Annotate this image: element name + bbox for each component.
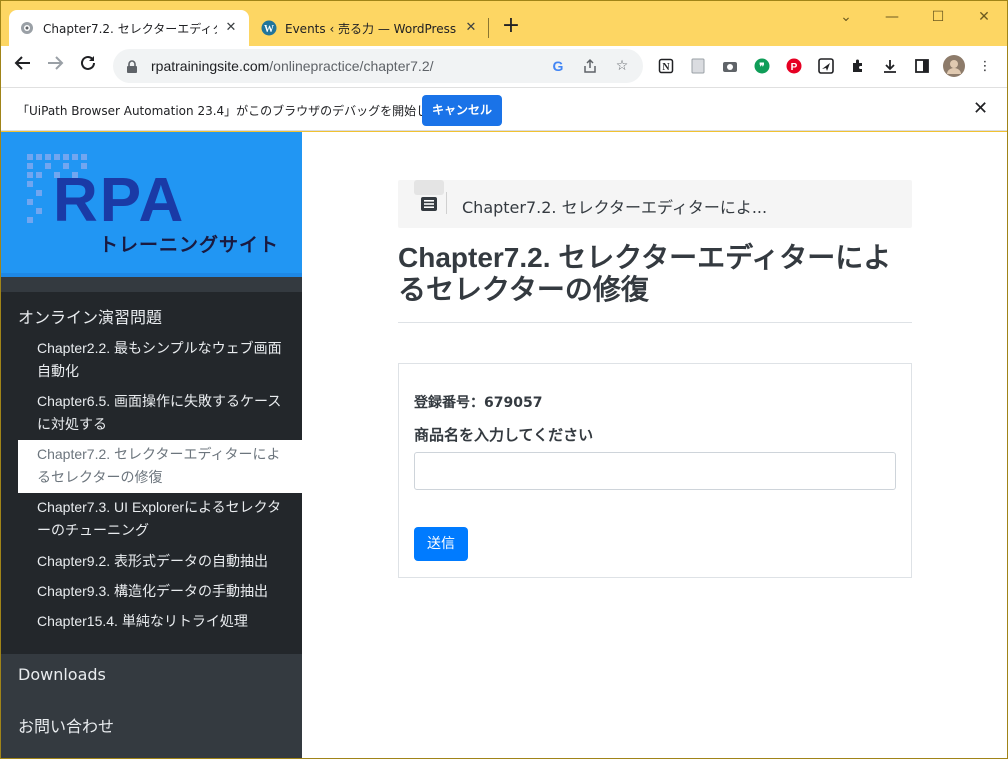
breadcrumb-divider (446, 192, 447, 214)
browser-toolbar: rpatrainingsite.com/onlinepractice/chapt… (1, 46, 1007, 87)
menu-toggle-icon[interactable] (412, 180, 446, 228)
svg-text:W: W (264, 24, 274, 35)
product-name-label: 商品名を入力してください (414, 426, 594, 444)
reload-icon[interactable] (74, 53, 102, 81)
maximize-button[interactable]: ☐ (915, 3, 961, 31)
back-icon[interactable] (9, 53, 37, 81)
share-icon[interactable] (579, 55, 601, 77)
close-infobar-icon[interactable]: ✕ (973, 98, 988, 119)
tab-wordpress-events[interactable]: W Events ‹ 売る力 — WordPress ✕ (251, 10, 489, 46)
tab-title: Events ‹ 売る力 — WordPress (285, 21, 457, 36)
svg-text:❞: ❞ (759, 62, 764, 73)
logo-subtitle: トレーニングサイト (99, 235, 280, 256)
browser-window: Chapter7.2. セレクターエディターによる ✕ W Events ‹ 売… (0, 0, 1008, 759)
minimize-button[interactable]: — (869, 3, 915, 31)
sidebar-item-chapter2-2[interactable]: Chapter2.2. 最もシンプルなウェブ画面自動化 (18, 337, 302, 383)
wordpress-icon: W (261, 20, 277, 36)
sidebar-item-contact[interactable]: お問い合わせ (18, 713, 114, 737)
camera-icon[interactable] (720, 56, 740, 76)
forward-icon[interactable] (41, 53, 69, 81)
tab-close-icon[interactable]: ✕ (223, 20, 239, 36)
tab-search-dropdown-icon[interactable]: ⌄ (823, 3, 869, 31)
sidebar-item-chapter15-4[interactable]: Chapter15.4. 単純なリトライ処理 (18, 610, 302, 633)
submit-button[interactable]: 送信 (414, 527, 468, 561)
sidebar-item-chapter7-3[interactable]: Chapter7.3. UI Explorerによるセレクターのチューニング (18, 496, 302, 542)
google-icon[interactable]: G (547, 55, 569, 77)
send-extension-icon[interactable] (816, 56, 836, 76)
url-text[interactable]: rpatrainingsite.com/onlinepractice/chapt… (151, 58, 547, 74)
tab-separator (488, 18, 489, 38)
sidebar-item-downloads[interactable]: Downloads (18, 665, 106, 684)
profile-avatar[interactable] (943, 55, 965, 77)
breadcrumb: Chapter7.2. セレクターエディターによ... (398, 180, 912, 228)
web-page: RPA トレーニングサイト オンライン演習問題 Chapter2.2. 最もシン… (1, 132, 1007, 758)
practice-form-card: 登録番号：679057 商品名を入力してください 送信 (398, 363, 912, 578)
close-window-button[interactable]: ✕ (961, 3, 1007, 31)
more-menu-icon[interactable]: ⋮ (975, 56, 995, 76)
sidebar-heading-online-practice[interactable]: オンライン演習問題 (18, 304, 162, 328)
svg-text:P: P (791, 62, 798, 73)
lock-icon[interactable] (125, 59, 139, 73)
tab-close-icon[interactable]: ✕ (463, 20, 479, 36)
debugging-infobar: 「UiPath Browser Automation 23.4」がこのブラウザの… (1, 87, 1007, 131)
sidebar-item-chapter9-3[interactable]: Chapter9.3. 構造化データの手動抽出 (18, 580, 302, 603)
download-icon[interactable] (880, 56, 900, 76)
quote-extension-icon[interactable]: ❞ (752, 56, 772, 76)
tab-strip: Chapter7.2. セレクターエディターによる ✕ W Events ‹ 売… (1, 1, 1007, 46)
extensions-puzzle-icon[interactable] (848, 56, 868, 76)
tab-title: Chapter7.2. セレクターエディターによる (43, 21, 217, 36)
pinterest-icon[interactable]: P (784, 56, 804, 76)
page-title-chapter: Chapter7.2. (398, 242, 551, 273)
bookmark-star-icon[interactable]: ☆ (611, 55, 633, 77)
notion-icon[interactable]: N (656, 56, 676, 76)
sidebar-item-chapter9-2[interactable]: Chapter9.2. 表形式データの自動抽出 (18, 550, 302, 573)
side-panel-icon[interactable] (912, 56, 932, 76)
tab-chapter7-2[interactable]: Chapter7.2. セレクターエディターによる ✕ (9, 10, 249, 46)
new-tab-button[interactable]: + (499, 15, 523, 39)
breadcrumb-current: Chapter7.2. セレクターエディターによ... (462, 198, 768, 217)
cancel-debugging-button[interactable]: キャンセル (422, 95, 502, 126)
sidebar-item-chapter7-2[interactable]: Chapter7.2. セレクターエディターによるセレクターの修復 (18, 440, 302, 493)
debugging-message: 「UiPath Browser Automation 23.4」がこのブラウザの… (17, 104, 465, 118)
sidebar: RPA トレーニングサイト オンライン演習問題 Chapter2.2. 最もシン… (1, 132, 302, 758)
address-bar[interactable]: rpatrainingsite.com/onlinepractice/chapt… (113, 49, 643, 83)
site-favicon-icon (19, 20, 35, 36)
document-extension-icon[interactable] (688, 56, 708, 76)
svg-text:N: N (662, 62, 670, 73)
sidebar-item-chapter6-5[interactable]: Chapter6.5. 画面操作に失敗するケースに対処する (18, 390, 302, 436)
registration-number: 登録番号：679057 (414, 395, 543, 411)
site-logo[interactable]: RPA トレーニングサイト (1, 132, 302, 277)
logo-rpa-text: RPA (53, 166, 186, 235)
product-name-input[interactable] (414, 452, 896, 490)
title-divider (398, 322, 912, 323)
page-title: Chapter7.2. セレクターエディターによるセレクターの修復 (398, 242, 908, 306)
